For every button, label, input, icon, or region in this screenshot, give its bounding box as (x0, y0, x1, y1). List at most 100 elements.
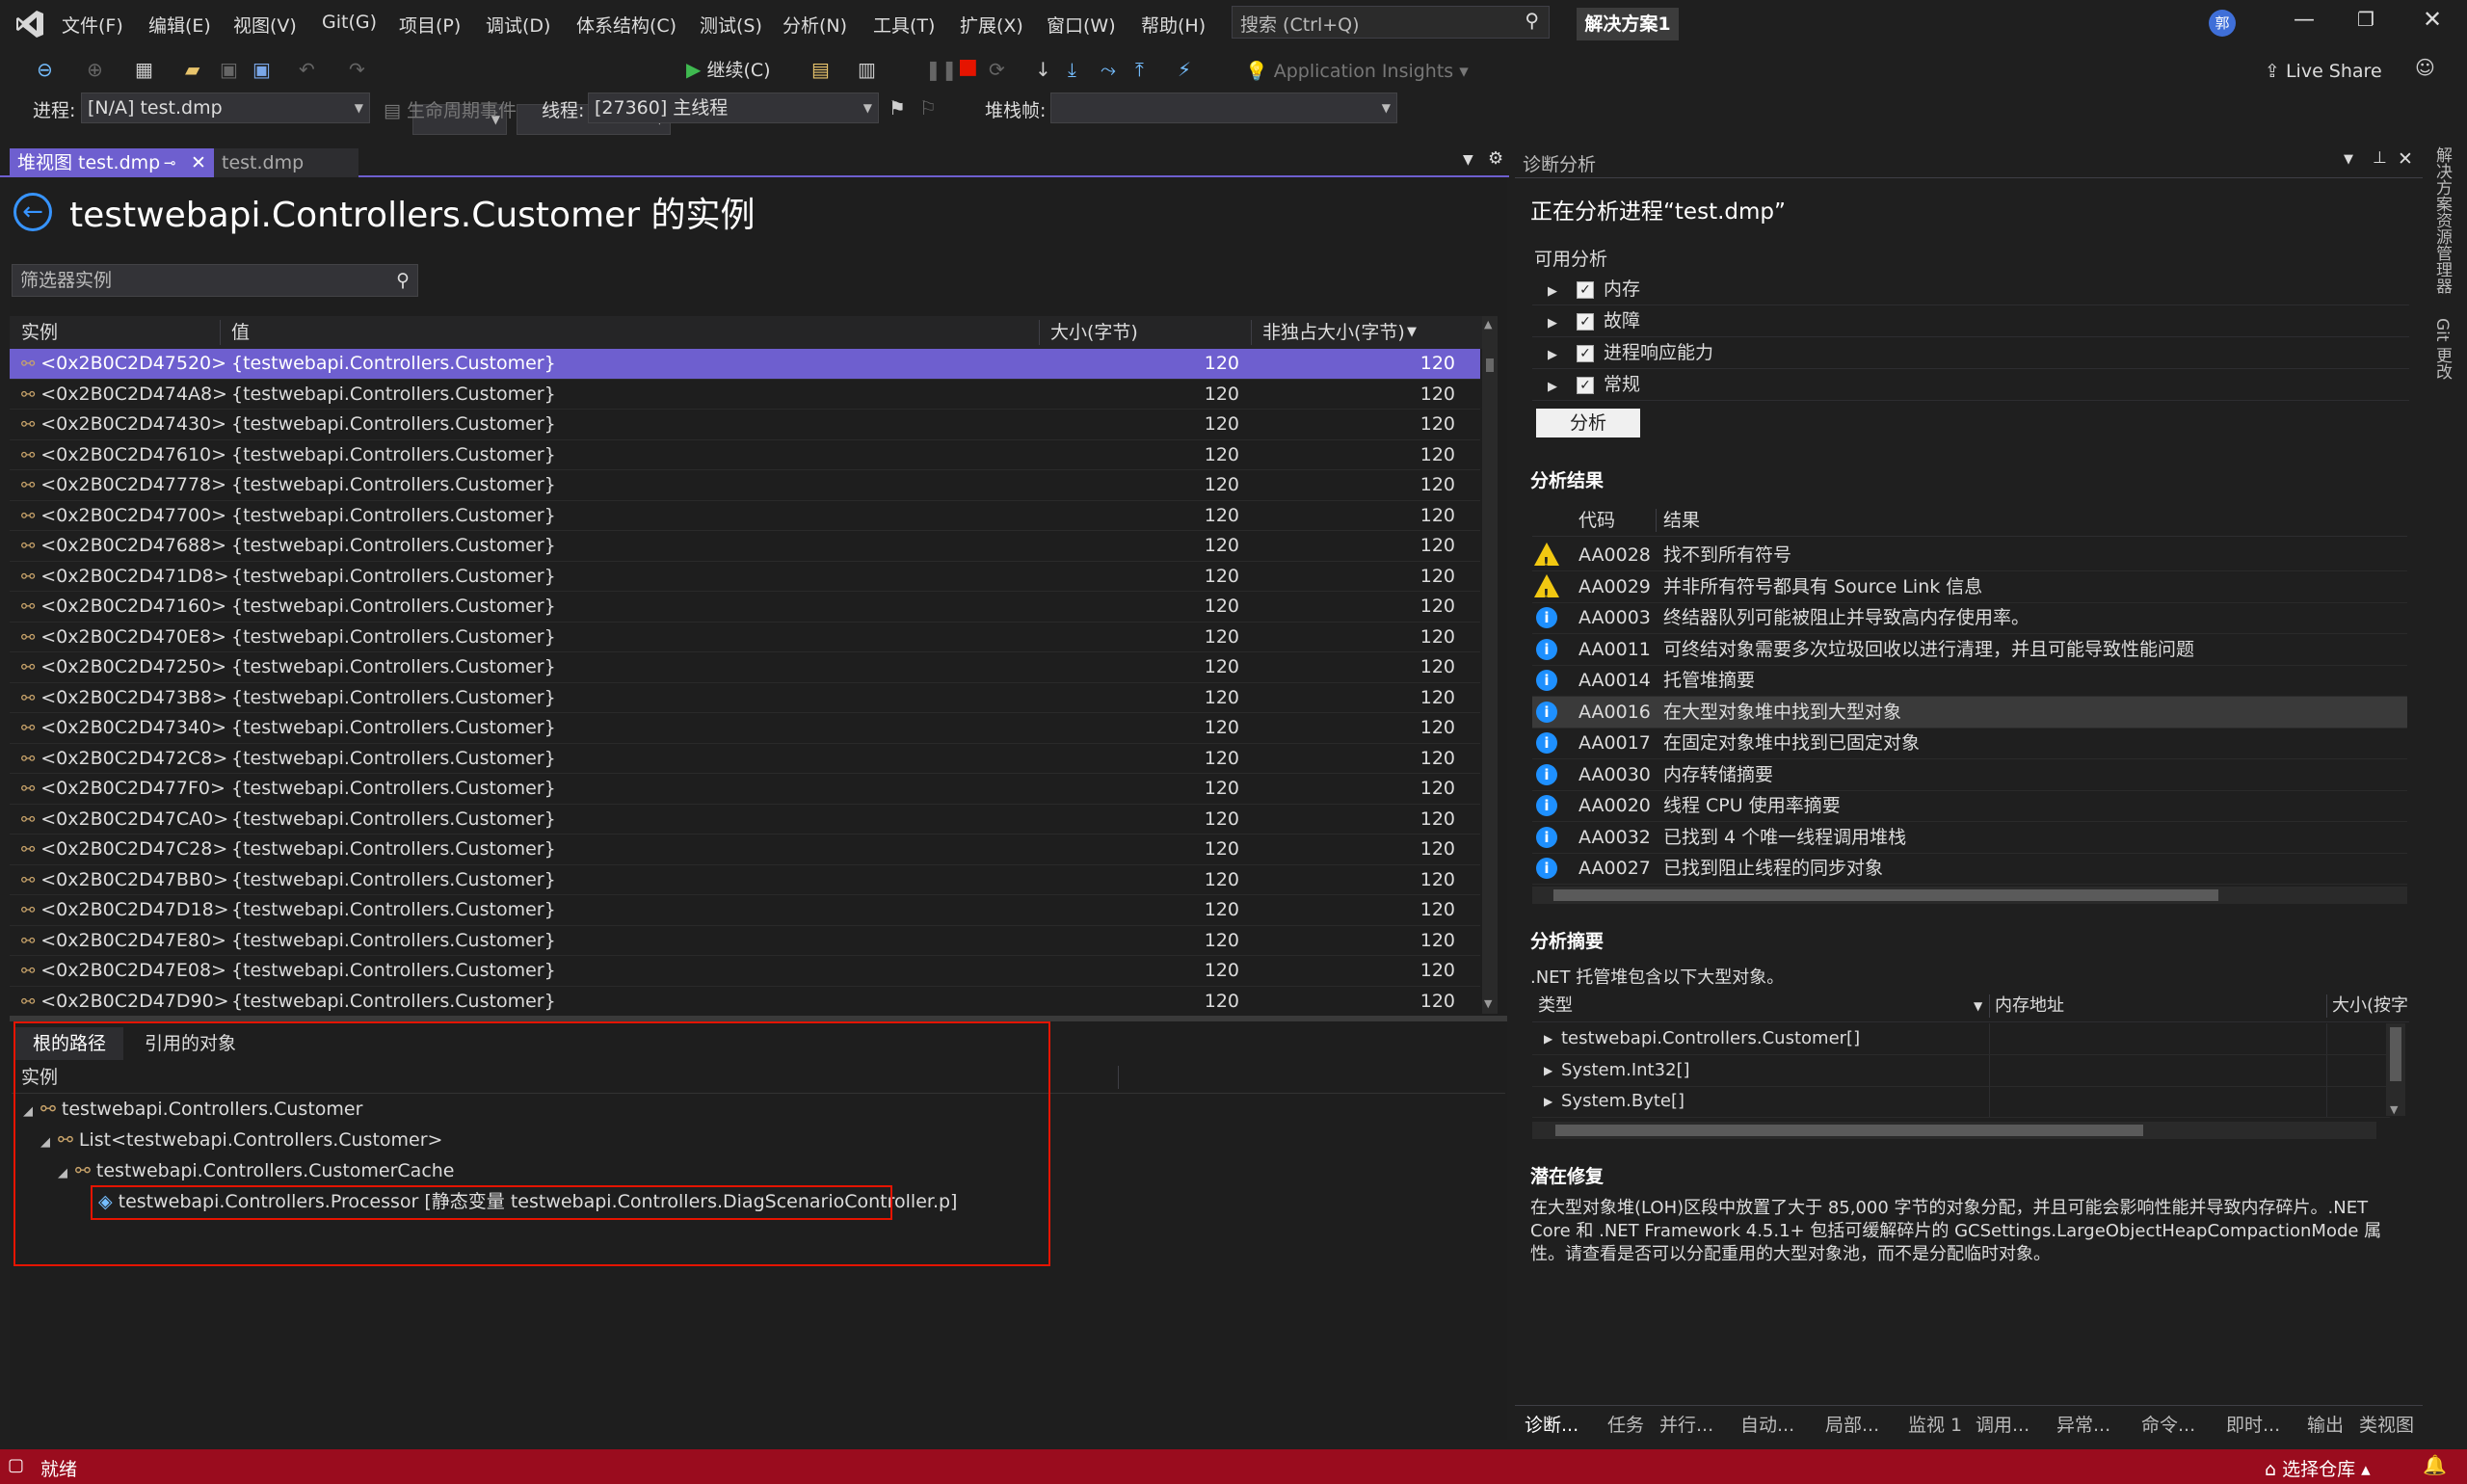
sort-icon[interactable]: ▼ (1974, 991, 1982, 1021)
app-insights-button[interactable]: 💡 Application Insights ▾ (1245, 58, 1469, 85)
flag-icon[interactable]: ⚑ (889, 94, 906, 121)
open-folder-icon[interactable]: ▰ (185, 56, 199, 83)
result-row[interactable]: i AA0014 托管堆摘要 (1532, 665, 2407, 697)
menu-item[interactable]: 项目(P) (399, 12, 461, 38)
table-row[interactable]: ⚯ <0x2B0C2D471D8> {testwebapi.Controllers.… (10, 562, 1480, 592)
summary-vscrollbar[interactable]: ▼ (2386, 1023, 2405, 1116)
column-header-value[interactable]: 值 (231, 316, 250, 349)
table-row[interactable]: ⚯ <0x2B0C2D472C8> {testwebapi.Controllers.… (10, 744, 1480, 774)
column-header-code[interactable]: 代码 (1578, 505, 1615, 536)
result-row[interactable]: ! AA0028 找不到所有符号 (1532, 540, 2407, 571)
tool-tab[interactable]: 调用... (1976, 1411, 2029, 1437)
scrollbar-thumb[interactable] (1486, 358, 1494, 372)
tool-tab[interactable]: 局部... (1825, 1411, 1879, 1437)
analyze-button[interactable]: 分析 (1536, 409, 1640, 437)
menu-item[interactable]: 测试(S) (700, 12, 762, 38)
menu-item[interactable]: 视图(V) (233, 12, 297, 38)
tool-tab[interactable]: 任务 (1607, 1411, 1644, 1437)
table-row[interactable]: ⚯ <0x2B0C2D47CA0> {testwebapi.Controllers.… (10, 805, 1480, 835)
instances-scrollbar[interactable]: ▲ ▼ (1482, 316, 1498, 1014)
table-row[interactable]: ⚯ <0x2B0C2D47520> {testwebapi.Controllers.… (10, 349, 1480, 380)
table-row[interactable]: ⚯ <0x2B0C2D47E08> {testwebapi.Controllers.… (10, 956, 1480, 987)
result-row[interactable]: i AA0032 已找到 4 个唯一线程调用堆栈 (1532, 822, 2407, 854)
tool-tab[interactable]: 输出 (2307, 1411, 2344, 1437)
expand-arrow-icon[interactable]: ▶ (1532, 277, 1577, 307)
result-row[interactable]: i AA0030 内存转储摘要 (1532, 759, 2407, 791)
menu-item[interactable]: 体系结构(C) (576, 12, 676, 38)
show-next-statement-icon[interactable]: ↓ (1035, 56, 1051, 83)
tool-tab[interactable]: 诊断... (1525, 1411, 1578, 1437)
undo-icon[interactable]: ↶ (299, 56, 315, 83)
tool-tab[interactable]: 并行... (1659, 1411, 1713, 1437)
scrollbar-thumb[interactable] (1555, 1125, 2143, 1136)
vs-logo-icon[interactable] (13, 8, 46, 40)
search-box[interactable]: 搜索 (Ctrl+Q) ⚲ (1232, 6, 1550, 39)
column-header-instance[interactable]: 实例 (21, 316, 58, 349)
sort-descending-icon[interactable]: ▼ (1407, 316, 1417, 349)
live-share-button[interactable]: ⇪ Live Share (2265, 58, 2382, 85)
save-icon[interactable]: ▣ (220, 56, 238, 83)
attach-icon[interactable]: ▤ (811, 56, 830, 83)
close-tab-icon[interactable]: ✕ (191, 148, 206, 177)
menu-item[interactable]: 编辑(E) (148, 12, 211, 38)
tool-tab[interactable]: 自动... (1740, 1411, 1794, 1437)
panel-menu-icon[interactable]: ▼ (2344, 152, 2353, 167)
table-row[interactable]: ⚯ <0x2B0C2D47D18> {testwebapi.Controllers.… (10, 895, 1480, 926)
table-row[interactable]: ⚯ <0x2B0C2D477F0> {testwebapi.Controllers.… (10, 774, 1480, 805)
scrollbar-thumb[interactable] (1553, 889, 2218, 901)
notification-bell-icon[interactable]: 🔔 (2423, 1453, 2447, 1476)
search-icon[interactable]: ⚲ (1525, 9, 1539, 32)
menu-item[interactable]: Git(G) (322, 12, 377, 33)
settings-gear-icon[interactable]: ⚙ (1488, 148, 1503, 169)
tool-tab[interactable]: 监视 1 (1908, 1411, 1962, 1437)
side-tab-git-changes[interactable]: Git 更改 (2430, 318, 2454, 380)
summary-row[interactable]: ▶ System.Byte[] (1532, 1086, 2390, 1118)
result-row[interactable]: i AA0027 已找到阻止线程的同步对象 (1532, 853, 2407, 885)
tool-tab[interactable]: 类视图 (2359, 1411, 2414, 1437)
menu-item[interactable]: 窗口(W) (1047, 12, 1116, 38)
result-row[interactable]: i AA0003 终结器队列可能被阻止并导致高内存使用率。 (1532, 602, 2407, 634)
summary-row[interactable]: ▶ testwebapi.Controllers.Customer[] (1532, 1023, 2390, 1055)
continue-button[interactable]: ▶ 继续(C) (686, 56, 771, 84)
analysis-item[interactable]: ▶ ✓ 进程响应能力 (1532, 337, 2409, 369)
back-arrow-icon[interactable]: ← (13, 193, 52, 231)
process-combo[interactable]: [N/A] test.dmp ▼ (81, 93, 370, 123)
close-window-icon[interactable]: ✕ (2423, 6, 2442, 33)
expand-arrow-icon[interactable]: ▶ (1544, 1055, 1552, 1086)
table-row[interactable]: ⚯ <0x2B0C2D473B8> {testwebapi.Controllers.… (10, 683, 1480, 713)
restart-icon[interactable]: ⟳ (989, 56, 1005, 83)
table-row[interactable]: ⚯ <0x2B0C2D47D90> {testwebapi.Controllers.… (10, 987, 1480, 1017)
step-over-icon[interactable]: ⤳ (1101, 56, 1116, 83)
column-header-result[interactable]: 结果 (1663, 505, 1700, 536)
analysis-checkbox[interactable]: ✓ (1577, 376, 1594, 394)
doc-tab-test-dmp[interactable]: test.dmp (214, 148, 358, 177)
close-panel-icon[interactable]: ✕ (2398, 148, 2413, 170)
side-tab-solution-explorer[interactable]: 解决方案资源管理器 (2430, 146, 2454, 294)
stack-frame-combo[interactable]: ▼ (1050, 93, 1397, 123)
table-row[interactable]: ⚯ <0x2B0C2D47160> {testwebapi.Controllers.… (10, 592, 1480, 623)
tool-tab[interactable]: 即时... (2226, 1411, 2280, 1437)
new-project-icon[interactable]: ▦ (135, 56, 153, 83)
table-row[interactable]: ⚯ <0x2B0C2D47610> {testwebapi.Controllers.… (10, 440, 1480, 470)
results-hscrollbar[interactable] (1532, 887, 2407, 904)
menu-item[interactable]: 工具(T) (873, 12, 935, 38)
analysis-item[interactable]: ▶ ✓ 故障 (1532, 305, 2409, 337)
table-row[interactable]: ⚯ <0x2B0C2D47688> {testwebapi.Controllers.… (10, 531, 1480, 562)
flag-all-icon[interactable]: ⚐ (919, 94, 937, 121)
select-repo-button[interactable]: ⌂ 选择仓库 ▴ (2265, 1455, 2371, 1481)
result-row[interactable]: ! AA0029 并非所有符号都具有 Source Link 信息 (1532, 571, 2407, 603)
restore-icon[interactable]: ❐ (2357, 8, 2374, 31)
result-row[interactable]: i AA0016 在大型对象堆中找到大型对象 (1532, 696, 2407, 729)
table-row[interactable]: ⚯ <0x2B0C2D47C28> {testwebapi.Controllers.… (10, 835, 1480, 865)
analysis-item[interactable]: ▶ ✓ 常规 (1532, 369, 2409, 401)
table-row[interactable]: ⚯ <0x2B0C2D474A8> {testwebapi.Controllers.… (10, 380, 1480, 410)
table-row[interactable]: ⚯ <0x2B0C2D47340> {testwebapi.Controllers.… (10, 713, 1480, 744)
nav-forward-icon[interactable]: ⊕ (87, 56, 103, 83)
pause-icon[interactable]: ❚❚ (925, 56, 958, 83)
menu-item[interactable]: 文件(F) (62, 12, 123, 38)
menu-item[interactable]: 调试(D) (486, 12, 550, 38)
save-all-icon[interactable]: ▣ (252, 56, 271, 83)
analysis-checkbox[interactable]: ✓ (1577, 312, 1594, 331)
filter-instances-input[interactable]: 筛选器实例 ⚲ (12, 264, 418, 297)
table-row[interactable]: ⚯ <0x2B0C2D47E80> {testwebapi.Controllers.… (10, 926, 1480, 956)
